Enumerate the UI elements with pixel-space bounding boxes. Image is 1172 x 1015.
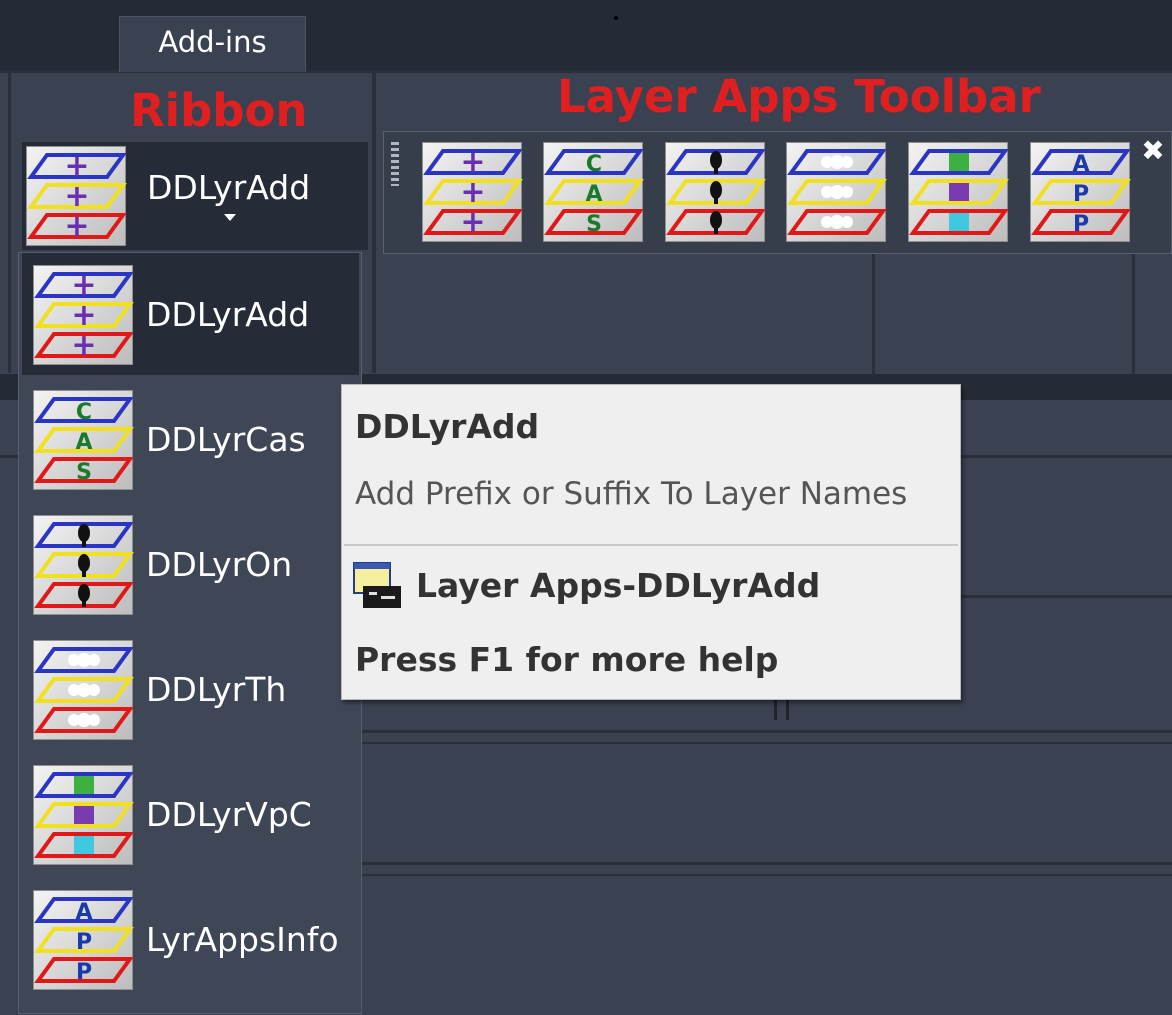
tooltip-title: DDLyrAdd — [355, 407, 540, 446]
svg-text:+: + — [64, 209, 89, 244]
menu-item-label[interactable]: DDLyrAdd — [146, 295, 309, 334]
toolbar-grip-handle[interactable] — [391, 142, 399, 186]
layer-add-icon[interactable]: + + + — [26, 146, 127, 246]
split-button-label[interactable]: DDLyrAdd — [147, 168, 310, 207]
menu-item-label[interactable]: DDLyrVpC — [146, 795, 312, 834]
svg-text:S: S — [76, 460, 92, 485]
svg-text:+: + — [71, 328, 96, 363]
menu-item-label[interactable]: LyrAppsInfo — [146, 920, 339, 959]
chevron-down-icon[interactable] — [224, 214, 236, 221]
svg-text:A: A — [585, 182, 602, 207]
svg-text:A: A — [75, 430, 92, 455]
panel-divider — [8, 73, 11, 373]
menu-item-label[interactable]: DDLyrCas — [146, 420, 306, 459]
layer-add-icon: + + + — [33, 265, 134, 365]
ribbon-caption: Ribbon — [130, 84, 308, 137]
layer-apps-info-icon[interactable]: APP — [1030, 142, 1131, 242]
layer-on-icon — [33, 515, 134, 615]
svg-text:A: A — [1072, 152, 1089, 177]
svg-text:+: + — [460, 205, 485, 240]
svg-text:P: P — [76, 930, 92, 955]
layer-viewport-color-icon[interactable] — [908, 142, 1009, 242]
svg-text:S: S — [586, 212, 602, 237]
divider — [362, 730, 1172, 733]
toolbar-caption: Layer Apps Toolbar — [557, 70, 1041, 123]
layer-thaw-icon[interactable] — [786, 142, 887, 242]
svg-text:C: C — [76, 400, 92, 425]
layer-case-icon[interactable]: CAS — [543, 142, 644, 242]
layer-thaw-icon — [33, 640, 134, 740]
menu-item-label[interactable]: DDLyrOn — [146, 545, 292, 584]
menu-item-label[interactable]: DDLyrTh — [146, 670, 286, 709]
tooltip-description: Add Prefix or Suffix To Layer Names — [355, 476, 908, 512]
splitter-handle[interactable] — [786, 700, 789, 720]
panel-divider — [372, 73, 376, 373]
layer-viewport-color-icon — [33, 765, 134, 865]
layer-on-icon[interactable] — [665, 142, 766, 242]
help-window-icon — [353, 562, 403, 610]
svg-text:P: P — [76, 960, 92, 985]
divider — [362, 742, 1172, 744]
layer-apps-info-icon: APP — [33, 890, 134, 990]
svg-text:P: P — [1073, 212, 1089, 237]
layer-add-icon[interactable]: + + + — [422, 142, 523, 242]
splitter-handle[interactable] — [774, 700, 777, 720]
divider — [872, 254, 875, 374]
svg-text:C: C — [586, 152, 602, 177]
layer-case-icon: CAS — [33, 390, 134, 490]
tooltip-help-link[interactable]: Layer Apps-DDLyrAdd — [416, 566, 820, 605]
tab-add-ins[interactable]: Add-ins — [119, 16, 306, 72]
divider — [362, 874, 1172, 876]
close-icon[interactable]: ✖ — [1140, 136, 1166, 166]
svg-text:P: P — [1073, 182, 1089, 207]
divider — [362, 862, 1172, 865]
divider — [1132, 254, 1135, 374]
tooltip-separator — [344, 544, 958, 546]
svg-text:A: A — [75, 900, 92, 925]
dot — [614, 16, 618, 20]
tooltip-f1-hint: Press F1 for more help — [355, 640, 779, 679]
